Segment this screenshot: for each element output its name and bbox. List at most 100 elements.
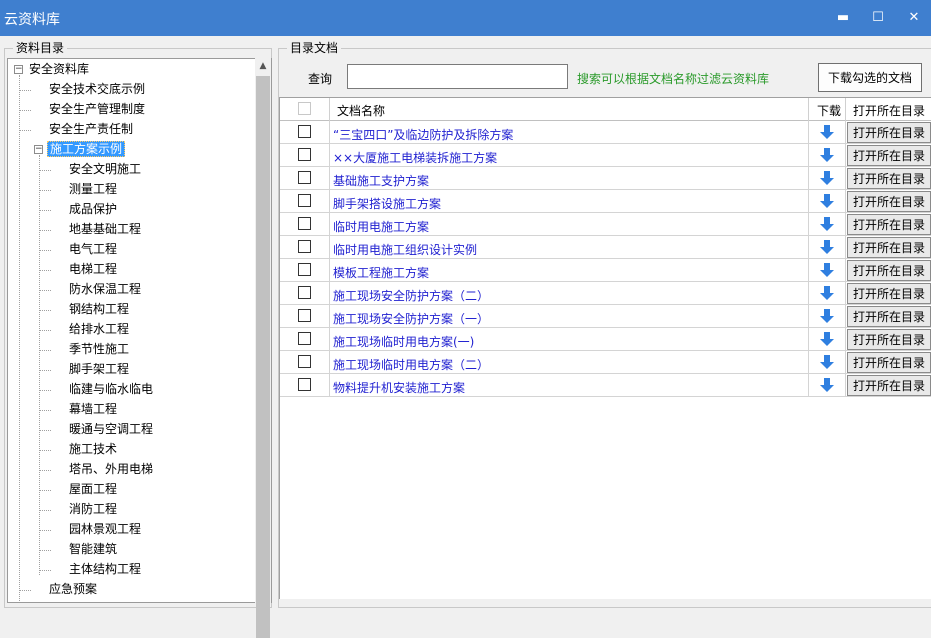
document-name-link[interactable]: 模板工程施工方案 [333, 264, 429, 281]
open-folder-button[interactable]: 打开所在目录 [847, 329, 931, 350]
tree-item[interactable]: 应急预案 [47, 580, 99, 600]
tree-item[interactable]: 安全生产责任制 [47, 120, 135, 140]
open-folder-button[interactable]: 打开所在目录 [847, 237, 931, 258]
tree-item[interactable]: 暖通与空调工程 [67, 420, 155, 440]
tree-item[interactable]: 安全文明施工 [67, 160, 143, 180]
tree-item[interactable]: 园林景观工程 [67, 520, 143, 540]
tree-item[interactable]: 安全生产管理制度 [47, 100, 147, 120]
minimize-button[interactable]: ▬ [825, 0, 861, 36]
tree-item[interactable]: 脚手架工程 [67, 360, 131, 380]
document-checkbox[interactable] [298, 125, 311, 138]
tree-item[interactable]: 地基基础工程 [67, 220, 143, 240]
tree-connector [39, 510, 51, 511]
document-checkbox[interactable] [298, 355, 311, 368]
open-folder-button[interactable]: 打开所在目录 [847, 306, 931, 327]
open-folder-button[interactable]: 打开所在目录 [847, 168, 931, 189]
download-arrow-icon[interactable] [820, 331, 834, 347]
tree-item[interactable]: 施工技术 [67, 440, 119, 460]
tree-item[interactable]: 幕墙工程 [67, 400, 119, 420]
tree-guide [39, 155, 40, 575]
document-name-link[interactable]: 施工现场临时用电方案(一) [333, 333, 474, 350]
download-arrow-icon[interactable] [820, 147, 834, 163]
download-arrow-icon[interactable] [820, 124, 834, 140]
tree-item[interactable]: 安全资料库 [27, 60, 91, 80]
document-checkbox[interactable] [298, 217, 311, 230]
tree-item[interactable]: 安全技术交底示例 [47, 80, 147, 100]
document-name-link[interactable]: 施工现场安全防护方案（一） [333, 310, 489, 327]
tree-connector [39, 310, 51, 311]
tree-item[interactable]: 施工方案示例 [47, 140, 126, 160]
open-folder-button[interactable]: 打开所在目录 [847, 214, 931, 235]
document-row: 临时用电施工方案 打开所在目录 [280, 213, 931, 236]
open-folder-button[interactable]: 打开所在目录 [847, 122, 931, 143]
tree-item[interactable]: 电梯工程 [67, 260, 119, 280]
tree-item[interactable]: 防水保温工程 [67, 280, 143, 300]
download-arrow-icon[interactable] [820, 170, 834, 186]
download-arrow-icon[interactable] [820, 216, 834, 232]
document-checkbox[interactable] [298, 263, 311, 276]
close-button[interactable]: ✕ [896, 0, 931, 36]
tree-item[interactable]: 消防工程 [67, 500, 119, 520]
document-name-link[interactable]: 施工现场安全防护方案（二） [333, 287, 489, 304]
open-folder-button[interactable]: 打开所在目录 [847, 260, 931, 281]
document-checkbox[interactable] [298, 286, 311, 299]
collapse-icon[interactable]: − [34, 145, 43, 154]
document-row: 施工现场临时用电方案(一) 打开所在目录 [280, 328, 931, 351]
download-arrow-icon[interactable] [820, 377, 834, 393]
tree-scrollbar[interactable]: ▲ [255, 58, 271, 638]
tree-item[interactable]: 给排水工程 [67, 320, 131, 340]
tree-item[interactable]: 钢结构工程 [67, 300, 131, 320]
tree-item[interactable]: 临建与临水临电 [67, 380, 155, 400]
document-checkbox[interactable] [298, 309, 311, 322]
scrollbar-thumb[interactable] [256, 76, 270, 638]
open-folder-button[interactable]: 打开所在目录 [847, 375, 931, 396]
tree-item-label: 园林景观工程 [69, 522, 142, 536]
download-arrow-icon[interactable] [820, 239, 834, 255]
tree-item[interactable]: 智能建筑 [67, 540, 119, 560]
document-name-link[interactable]: 基础施工支护方案 [333, 172, 429, 189]
document-checkbox[interactable] [298, 240, 311, 253]
tree-item[interactable]: 测量工程 [67, 180, 119, 200]
tree-connector [19, 590, 31, 591]
document-name-link[interactable]: “三宝四口”及临边防护及拆除方案 [333, 126, 513, 143]
download-arrow-icon[interactable] [820, 308, 834, 324]
download-checked-button[interactable]: 下载勾选的文档 [818, 63, 922, 92]
document-name-link[interactable]: 脚手架搭设施工方案 [333, 195, 441, 212]
document-name-link[interactable]: 临时用电施工组织设计实例 [333, 241, 477, 258]
collapse-icon[interactable]: − [14, 65, 23, 74]
tree-item-label: 防水保温工程 [69, 282, 142, 296]
tree-item-label: 电气工程 [69, 242, 118, 256]
document-checkbox[interactable] [298, 194, 311, 207]
search-input[interactable] [347, 64, 568, 89]
document-checkbox[interactable] [298, 332, 311, 345]
directory-tree[interactable]: 安全资料库 − 安全技术交底示例 安全生产管理制度 安全生产责任制 施工方案示例 − 安全文明… [7, 58, 272, 603]
document-checkbox[interactable] [298, 378, 311, 391]
download-arrow-icon[interactable] [820, 285, 834, 301]
tree-item[interactable]: 主体结构工程 [67, 560, 143, 580]
tree-connector [39, 210, 51, 211]
open-folder-button[interactable]: 打开所在目录 [847, 191, 931, 212]
tree-connector [39, 570, 51, 571]
column-header-download: 下载 [817, 104, 842, 118]
scroll-up-icon[interactable]: ▲ [255, 58, 271, 75]
tree-item[interactable]: 成品保护 [67, 200, 119, 220]
open-folder-button[interactable]: 打开所在目录 [847, 145, 931, 166]
document-name-link[interactable]: 临时用电施工方案 [333, 218, 429, 235]
open-folder-button[interactable]: 打开所在目录 [847, 352, 931, 373]
open-folder-button[interactable]: 打开所在目录 [847, 283, 931, 304]
document-name-link[interactable]: 物料提升机安装施工方案 [333, 379, 465, 396]
select-all-checkbox[interactable] [298, 102, 311, 115]
download-arrow-icon[interactable] [820, 354, 834, 370]
document-name-link[interactable]: 施工现场临时用电方案（二） [333, 356, 489, 373]
tree-item[interactable]: 电气工程 [67, 240, 119, 260]
tree-item[interactable]: 屋面工程 [67, 480, 119, 500]
download-arrow-icon[interactable] [820, 193, 834, 209]
document-name-link[interactable]: ××大厦施工电梯装拆施工方案 [333, 149, 497, 166]
download-arrow-icon[interactable] [820, 262, 834, 278]
tree-item[interactable]: 季节性施工 [67, 340, 131, 360]
tree-item[interactable]: 塔吊、外用电梯 [67, 460, 155, 480]
document-checkbox[interactable] [298, 148, 311, 161]
directory-legend: 资料目录 [13, 41, 68, 55]
maximize-button[interactable]: ☐ [860, 0, 896, 36]
document-checkbox[interactable] [298, 171, 311, 184]
